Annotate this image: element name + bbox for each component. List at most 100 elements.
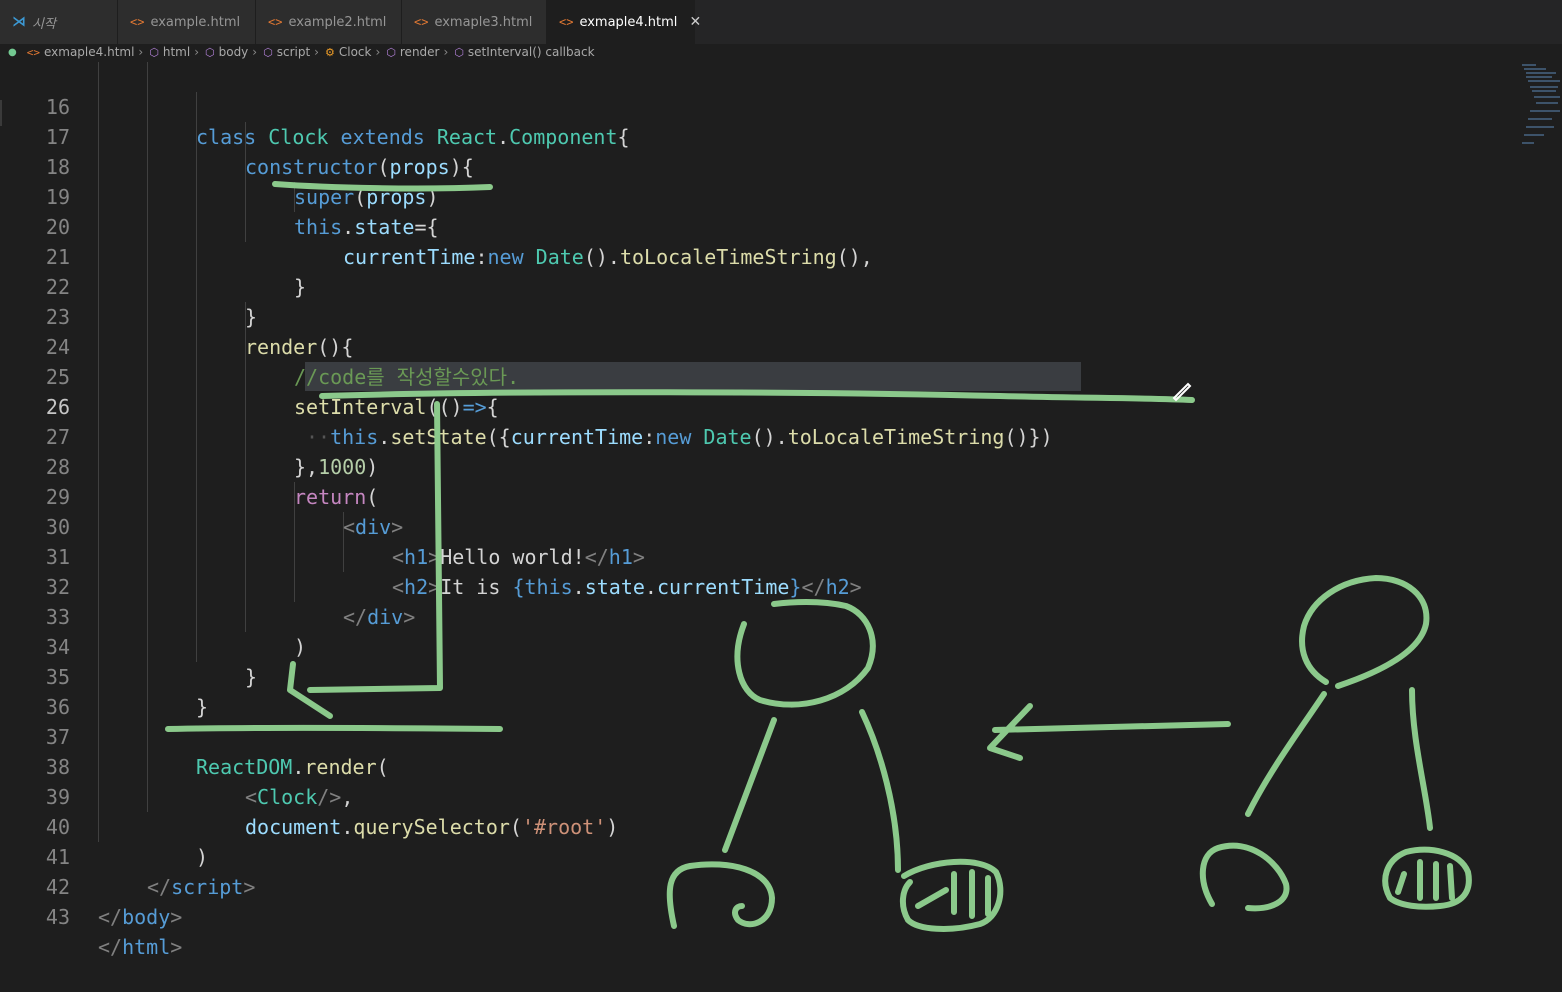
code-line[interactable]: 30 <h1>Hello world!</h1> xyxy=(0,482,645,569)
code-line[interactable]: 39 document.querySelector('#root') xyxy=(0,752,618,839)
breadcrumb: ● <> exmaple4.html › ⬡ html › ⬡ body › ⬡… xyxy=(0,44,1562,60)
html-file-icon: <> xyxy=(414,15,429,29)
code-text: ) xyxy=(196,845,209,869)
tab-example2[interactable]: <> example2.html xyxy=(256,0,402,44)
tab-start[interactable]: ⋊ 시작 xyxy=(0,0,118,44)
code-line[interactable]: 16 class Clock extends React.Component{ xyxy=(0,62,630,149)
breadcrumb-item-script[interactable]: ⬡ script xyxy=(263,45,310,59)
code-line[interactable]: 43 </html> xyxy=(0,872,182,959)
code-line[interactable]: 17 constructor(props){ xyxy=(0,92,474,179)
code-text: document.querySelector('#root') xyxy=(245,815,619,839)
code-line[interactable]: 34 } xyxy=(0,602,257,689)
code-text: render(){ xyxy=(245,335,354,359)
code-line[interactable]: 31 <h2>It is {this.state.currentTime}</h… xyxy=(0,512,862,599)
code-text: currentTime:new Date().toLocaleTimeStrin… xyxy=(343,245,873,269)
code-line[interactable]: 36 xyxy=(0,662,70,719)
code-text: } xyxy=(245,305,258,329)
breadcrumb-item-render[interactable]: ⬡ render xyxy=(386,45,439,59)
breadcrumb-item-file[interactable]: <> exmaple4.html xyxy=(27,45,135,59)
code-line[interactable]: 28 return( xyxy=(0,422,378,509)
breadcrumb-item-html[interactable]: ⬡ html xyxy=(149,45,190,59)
code-text: </body> xyxy=(98,905,183,929)
code-text: setInterval(()=>{ xyxy=(294,395,499,419)
chevron-right-icon: › xyxy=(443,45,449,59)
minimap[interactable] xyxy=(1517,62,1562,162)
html-file-icon: <> xyxy=(130,15,145,29)
code-line[interactable]: 25 setInterval(()=>{ xyxy=(0,332,499,419)
code-line[interactable]: 35 } xyxy=(0,632,208,719)
code-line[interactable]: 29 <div> xyxy=(0,452,403,539)
code-text: </script> xyxy=(147,875,256,899)
tab-label: example.html xyxy=(150,14,241,30)
code-comment: //code를 작성할수있다. xyxy=(294,365,520,389)
code-text: this.state={ xyxy=(294,215,439,239)
code-text: },1000) xyxy=(294,455,379,479)
code-line[interactable]: 42 </body> xyxy=(0,842,182,929)
code-line[interactable]: 21 } xyxy=(0,212,306,299)
code-text: ) xyxy=(294,635,307,659)
breadcrumb-label: Clock xyxy=(338,45,372,59)
code-line[interactable]: 20 currentTime:new Date().toLocaleTimeSt… xyxy=(0,182,873,269)
code-editor[interactable]: 16 class Clock extends React.Component{ … xyxy=(0,62,1515,982)
indent-guide xyxy=(147,62,148,812)
class-icon: ⚙ xyxy=(324,45,335,59)
code-line-current[interactable]: 26 ··this.setState({currentTime:new Date… xyxy=(0,362,1053,449)
code-line[interactable]: 33 ) xyxy=(0,572,306,659)
code-text: class Clock extends React.Component{ xyxy=(196,125,630,149)
code-text: </html> xyxy=(98,935,183,959)
code-line[interactable]: 38 <Clock/>, xyxy=(0,722,354,809)
html-file-icon: <> xyxy=(268,15,283,29)
breadcrumb-item-callback[interactable]: ⬡ setInterval() callback xyxy=(454,45,594,59)
code-text: super(props) xyxy=(294,185,439,209)
code-line[interactable]: 27 },1000) xyxy=(0,392,378,479)
code-text: <div> xyxy=(343,515,404,539)
tab-label: exmaple3.html xyxy=(434,14,533,30)
breadcrumb-label: render xyxy=(399,45,440,59)
html-file-icon: <> xyxy=(26,45,40,59)
code-text: <Clock/>, xyxy=(245,785,354,809)
code-line[interactable]: 22 } xyxy=(0,242,257,329)
code-line[interactable]: 18 super(props) xyxy=(0,122,439,209)
code-text: constructor(props){ xyxy=(245,155,474,179)
chevron-right-icon: › xyxy=(138,45,144,59)
code-line[interactable]: 23 render(){ xyxy=(0,272,353,359)
breadcrumb-label: setInterval() callback xyxy=(467,45,595,59)
chevron-right-icon: › xyxy=(314,45,319,59)
breadcrumb-label: body xyxy=(218,45,249,59)
tab-bar: ⋊ 시작 <> example.html <> example2.html <>… xyxy=(0,0,1562,44)
line-number: 43 xyxy=(45,905,70,929)
code-line[interactable]: 37 ReactDOM.render( xyxy=(0,692,389,779)
html-file-icon: <> xyxy=(559,15,574,29)
tab-exmaple4[interactable]: <> exmaple4.html ✕ xyxy=(547,0,701,44)
tab-example[interactable]: <> example.html xyxy=(118,0,256,44)
cube-icon: ⬡ xyxy=(263,45,273,59)
cube-icon: ⬡ xyxy=(386,45,396,59)
code-line[interactable]: 41 </script> xyxy=(0,812,255,899)
code-text: <h2>It is {this.state.currentTime}</h2> xyxy=(392,575,862,599)
code-text: } xyxy=(294,275,307,299)
breadcrumb-item-clock[interactable]: ⚙ Clock xyxy=(325,45,371,59)
breadcrumb-item-body[interactable]: ⬡ body xyxy=(205,45,248,59)
close-icon[interactable]: ✕ xyxy=(689,14,701,30)
chevron-right-icon: › xyxy=(252,45,258,59)
chevron-right-icon: › xyxy=(375,45,381,59)
code-text: } xyxy=(245,665,258,689)
tab-label: exmaple4.html xyxy=(579,14,678,30)
cube-icon: ⬡ xyxy=(149,45,159,59)
code-text: <h1>Hello world!</h1> xyxy=(392,545,645,569)
code-line[interactable]: 19 this.state={ xyxy=(0,152,439,239)
tab-label: 시작 xyxy=(32,16,56,32)
breadcrumb-label: exmaple4.html xyxy=(43,45,135,59)
code-line[interactable]: 24 //code를 작성할수있다. xyxy=(0,302,519,389)
cube-icon: ⬡ xyxy=(454,45,464,59)
code-line[interactable]: 40 ) xyxy=(0,782,208,869)
vscode-logo-icon: ⋊ xyxy=(12,14,26,30)
indent-guide xyxy=(196,92,197,662)
tab-label: example2.html xyxy=(288,14,387,30)
breadcrumb-label: script xyxy=(276,45,311,59)
code-text: ReactDOM.render( xyxy=(196,755,389,779)
tab-exmaple3[interactable]: <> exmaple3.html xyxy=(402,0,547,44)
code-line[interactable]: 32 </div> xyxy=(0,542,415,629)
chevron-right-icon: › xyxy=(194,45,199,59)
cube-icon: ⬡ xyxy=(205,45,215,59)
